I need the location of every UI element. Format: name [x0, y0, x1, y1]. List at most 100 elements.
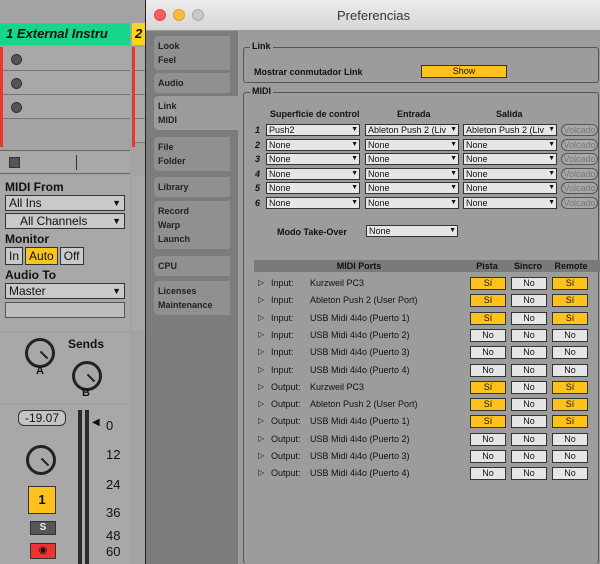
- expand-arrow-icon[interactable]: ▷: [258, 330, 264, 339]
- remote-toggle[interactable]: No: [552, 432, 588, 446]
- input-select[interactable]: None: [365, 182, 459, 194]
- track-toggle[interactable]: Sí: [470, 294, 506, 308]
- channel-select[interactable]: All Channels: [5, 213, 125, 229]
- remote-toggle[interactable]: Sí: [552, 277, 588, 290]
- audio-to-channel[interactable]: [5, 302, 125, 318]
- tab-audio[interactable]: Audio: [154, 73, 230, 93]
- dump-button[interactable]: Volcado: [561, 167, 598, 180]
- input-select[interactable]: None: [365, 167, 459, 180]
- track-toggle[interactable]: Sí: [470, 277, 506, 290]
- track-title[interactable]: 1 External Instru: [0, 23, 130, 45]
- track-toggle[interactable]: No: [470, 467, 506, 481]
- sync-toggle[interactable]: No: [511, 432, 547, 446]
- expand-arrow-icon[interactable]: ▷: [258, 295, 264, 304]
- output-select[interactable]: Ableton Push 2 (Liv: [463, 124, 557, 136]
- sync-toggle[interactable]: No: [511, 450, 547, 463]
- track-activator-button[interactable]: 1: [28, 486, 56, 514]
- expand-arrow-icon[interactable]: ▷: [258, 278, 264, 287]
- tab-record-warp-launch[interactable]: Record Warp Launch: [154, 201, 230, 249]
- midi-from-select[interactable]: All Ins: [5, 195, 125, 211]
- remote-toggle[interactable]: No: [552, 450, 588, 463]
- tab-licenses-maintenance[interactable]: Licenses Maintenance: [154, 281, 230, 315]
- expand-arrow-icon[interactable]: ▷: [258, 399, 264, 408]
- track-toggle[interactable]: No: [470, 346, 506, 360]
- dump-button[interactable]: Volcado: [561, 138, 598, 151]
- remote-toggle[interactable]: Sí: [552, 380, 588, 394]
- surface-select[interactable]: Push2: [266, 124, 360, 136]
- track-toggle[interactable]: No: [470, 328, 506, 342]
- tab-library[interactable]: Library: [154, 177, 230, 197]
- track-toggle[interactable]: Sí: [470, 311, 506, 325]
- surface-select[interactable]: None: [266, 182, 360, 194]
- sync-toggle[interactable]: No: [511, 467, 547, 481]
- sync-toggle[interactable]: No: [511, 380, 547, 394]
- clip-slot[interactable]: [3, 71, 130, 95]
- remote-toggle[interactable]: No: [552, 363, 588, 377]
- sync-toggle[interactable]: No: [511, 277, 547, 290]
- output-select[interactable]: None: [463, 182, 557, 194]
- tab-look-feel[interactable]: Look Feel: [154, 36, 230, 70]
- tab-cpu[interactable]: CPU: [154, 256, 230, 276]
- input-select[interactable]: Ableton Push 2 (Liv: [365, 124, 459, 136]
- remote-toggle[interactable]: Sí: [552, 311, 588, 325]
- input-select[interactable]: None: [365, 153, 459, 165]
- dump-button[interactable]: Volcado: [561, 182, 598, 194]
- remote-toggle[interactable]: No: [552, 328, 588, 342]
- arm-button[interactable]: ◉: [30, 543, 56, 559]
- expand-arrow-icon[interactable]: ▷: [258, 365, 264, 374]
- monitor-in-button[interactable]: In: [5, 247, 24, 265]
- expand-arrow-icon[interactable]: ▷: [258, 468, 264, 477]
- input-select[interactable]: None: [365, 138, 459, 151]
- stop-clips-button[interactable]: [9, 157, 20, 168]
- clip-slot[interactable]: [3, 47, 130, 71]
- takeover-select[interactable]: None: [366, 225, 458, 237]
- expand-arrow-icon[interactable]: ▷: [258, 416, 264, 425]
- surface-select[interactable]: None: [266, 153, 360, 165]
- track-toggle[interactable]: No: [470, 363, 506, 377]
- expand-arrow-icon[interactable]: ▷: [258, 434, 264, 443]
- monitor-auto-button[interactable]: Auto: [25, 247, 58, 265]
- tab-file-folder[interactable]: File Folder: [154, 137, 230, 171]
- send-a-knob[interactable]: [25, 338, 55, 368]
- track-toggle[interactable]: No: [470, 450, 506, 463]
- monitor-off-button[interactable]: Off: [59, 247, 84, 265]
- output-select[interactable]: None: [463, 138, 557, 151]
- dump-button[interactable]: Volcado: [561, 153, 598, 165]
- audio-to-select[interactable]: Master: [5, 283, 125, 299]
- remote-toggle[interactable]: No: [552, 467, 588, 481]
- track-toggle[interactable]: No: [470, 432, 506, 446]
- surface-select[interactable]: None: [266, 167, 360, 180]
- solo-button[interactable]: S: [30, 521, 56, 535]
- track-toggle[interactable]: Sí: [470, 398, 506, 412]
- sync-toggle[interactable]: No: [511, 363, 547, 377]
- pan-knob[interactable]: [26, 445, 56, 475]
- sync-toggle[interactable]: No: [511, 311, 547, 325]
- output-select[interactable]: None: [463, 196, 557, 209]
- expand-arrow-icon[interactable]: ▷: [258, 313, 264, 322]
- show-link-button[interactable]: Show: [421, 65, 507, 78]
- remote-toggle[interactable]: Sí: [552, 294, 588, 308]
- expand-arrow-icon[interactable]: ▷: [258, 451, 264, 460]
- track-toggle[interactable]: Sí: [470, 380, 506, 394]
- sync-toggle[interactable]: No: [511, 415, 547, 429]
- output-select[interactable]: None: [463, 153, 557, 165]
- track-toggle[interactable]: Sí: [470, 415, 506, 429]
- surface-select[interactable]: None: [266, 196, 360, 209]
- remote-toggle[interactable]: No: [552, 346, 588, 360]
- tab-link-midi[interactable]: Link MIDI: [154, 96, 238, 130]
- remote-toggle[interactable]: Sí: [552, 415, 588, 429]
- output-select[interactable]: None: [463, 167, 557, 180]
- surface-select[interactable]: None: [266, 138, 360, 151]
- volume-value[interactable]: -19.07: [18, 410, 66, 426]
- expand-arrow-icon[interactable]: ▷: [258, 347, 264, 356]
- remote-toggle[interactable]: Sí: [552, 398, 588, 412]
- sync-toggle[interactable]: No: [511, 398, 547, 412]
- input-select[interactable]: None: [365, 196, 459, 209]
- dump-button[interactable]: Volcado: [561, 196, 598, 209]
- expand-arrow-icon[interactable]: ▷: [258, 382, 264, 391]
- fader-arrow-icon[interactable]: ◀: [92, 417, 100, 428]
- sync-toggle[interactable]: No: [511, 294, 547, 308]
- sync-toggle[interactable]: No: [511, 328, 547, 342]
- dump-button[interactable]: Volcado: [561, 124, 598, 136]
- sync-toggle[interactable]: No: [511, 346, 547, 360]
